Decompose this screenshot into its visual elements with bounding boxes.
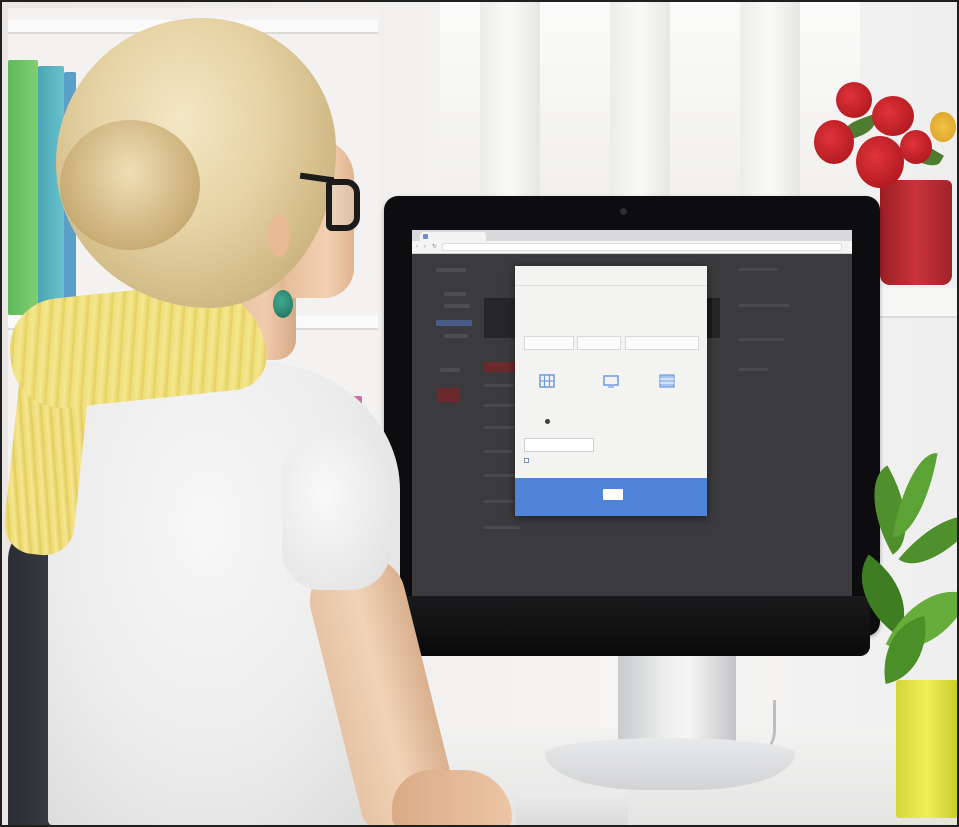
forward-arrow-icon[interactable]: › <box>424 244 430 250</box>
curtain <box>610 0 670 210</box>
shirt-sleeve <box>282 430 390 590</box>
favicon-icon <box>423 234 428 239</box>
green-book <box>8 60 38 315</box>
reload-icon[interactable]: ↻ <box>432 244 438 250</box>
photo-scene: ‹ › ↻ <box>0 0 959 827</box>
browser-tab[interactable] <box>420 232 486 241</box>
content-line <box>484 450 512 453</box>
name-input[interactable] <box>524 438 594 452</box>
option-grid[interactable] <box>527 374 567 392</box>
right-shelf <box>870 288 958 318</box>
webcam-icon <box>620 208 627 215</box>
poinsettia-flower <box>856 136 904 188</box>
yellow-flower <box>930 112 956 142</box>
poinsettia-flower <box>872 96 914 136</box>
browser-tab-strip <box>412 230 852 241</box>
eyeglasses-icon <box>299 165 362 235</box>
content-line <box>484 384 514 387</box>
content-line <box>738 304 790 307</box>
curtain <box>740 0 800 210</box>
teal-earring <box>273 290 293 318</box>
yellow-pot <box>896 680 958 818</box>
sidebar-item[interactable] <box>440 368 460 372</box>
monitor-screen: ‹ › ↻ <box>412 230 852 596</box>
content-line <box>484 426 518 429</box>
sidebar-badge <box>438 388 460 402</box>
option-table[interactable] <box>647 374 687 392</box>
segment-field[interactable] <box>577 336 621 350</box>
content-line <box>738 338 784 341</box>
sidebar-item[interactable] <box>444 304 470 308</box>
option-monitor[interactable] <box>591 374 631 392</box>
dialog <box>515 266 707 516</box>
grid-icon <box>539 374 555 388</box>
ear <box>268 215 290 257</box>
divider <box>515 285 707 286</box>
poinsettia-flower <box>836 82 872 118</box>
checkbox[interactable] <box>524 458 529 463</box>
address-bar[interactable] <box>442 243 842 251</box>
curtain <box>480 0 540 210</box>
content-line <box>484 526 520 529</box>
app-sidebar <box>426 264 478 564</box>
poinsettia-flower <box>814 120 854 164</box>
radio-selected[interactable] <box>545 419 550 424</box>
content-line <box>484 500 514 503</box>
monitor-icon <box>603 375 619 388</box>
sidebar-item-active[interactable] <box>436 320 472 326</box>
red-vase <box>880 180 952 285</box>
hair-bun <box>60 120 200 250</box>
dialog-footer <box>515 478 707 516</box>
content-line <box>738 368 768 371</box>
back-arrow-icon[interactable]: ‹ <box>416 244 422 250</box>
table-icon <box>659 374 675 388</box>
app-tag <box>484 362 518 372</box>
glasses-lens <box>326 179 360 231</box>
monitor-chin <box>392 596 870 656</box>
segment-field[interactable] <box>625 336 699 350</box>
browser-toolbar: ‹ › ↻ <box>412 241 852 254</box>
app-right-panel <box>738 268 838 588</box>
window-light <box>440 0 860 210</box>
content-line <box>738 268 778 271</box>
keyboard <box>516 790 628 827</box>
segment-field[interactable] <box>524 336 574 350</box>
sidebar-item[interactable] <box>436 268 466 272</box>
poinsettia-flower <box>900 130 932 164</box>
sidebar-item[interactable] <box>444 334 468 338</box>
ok-button[interactable] <box>603 489 623 500</box>
sidebar-item[interactable] <box>444 292 466 296</box>
